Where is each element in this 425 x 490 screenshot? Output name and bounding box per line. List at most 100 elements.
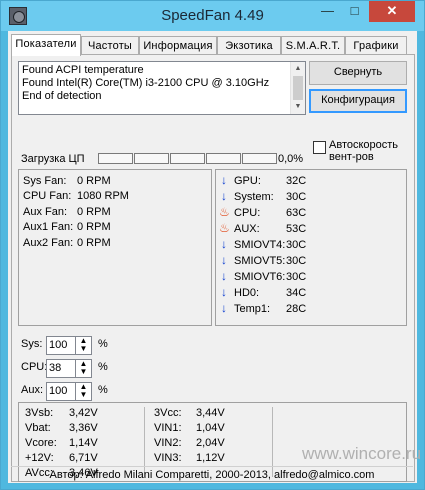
fan-name: CPU Fan:	[23, 190, 72, 202]
temp-value: 28C	[286, 303, 307, 315]
cpu-usage-label: Загрузка ЦП	[21, 153, 85, 165]
minimize-window-button[interactable]: —	[314, 1, 341, 22]
speedfan-window: SpeedFan 4.49 — □ ✕ Показатели Частоты И…	[0, 0, 425, 490]
arrow-down-icon: ↓	[221, 189, 227, 203]
temp-name: CPU:	[234, 207, 261, 219]
scroll-thumb[interactable]	[293, 76, 303, 100]
scroll-up-arrow-icon[interactable]: ▲	[291, 62, 305, 76]
fan-value: 0 RPM	[77, 237, 111, 249]
watermark-text: www.wincore.ru	[302, 444, 422, 463]
temp-value: 53C	[286, 223, 307, 235]
autospeed-label: Автоскорость вент-ров	[329, 139, 399, 163]
temp-name: Temp1:	[234, 303, 271, 315]
temp-name: SMIOVT4:	[234, 239, 286, 251]
fan-value: 0 RPM	[77, 221, 111, 233]
cpu-usage-value: 0,0%	[278, 153, 304, 165]
temp-name: GPU:	[234, 175, 261, 187]
voltage-value: 6,71V	[69, 452, 98, 464]
arrow-down-icon: ↓	[221, 253, 227, 267]
cpu-usage-bar	[242, 153, 277, 164]
detection-log[interactable]: Found ACPI temperature Found Intel(R) Co…	[18, 61, 306, 115]
voltage-name: 3Vcc:	[154, 407, 182, 419]
arrow-down-icon: ↓	[221, 285, 227, 299]
aux-speed-stepper[interactable]: ▲ ▼	[75, 382, 92, 401]
cpu-usage-bar	[98, 153, 133, 164]
cpu-speed-input[interactable]: 38	[46, 359, 76, 378]
tab-info[interactable]: Информация	[139, 36, 217, 55]
temp-value: 63C	[286, 207, 307, 219]
status-bar: Автор: Alfredo Milani Comparetti, 2000-2…	[11, 466, 413, 483]
temp-name: AUX:	[234, 223, 260, 235]
tab-exotics[interactable]: Экзотика	[217, 36, 281, 55]
cpu-speed-stepper[interactable]: ▲ ▼	[75, 359, 92, 378]
readings-panel: Found ACPI temperature Found Intel(R) Co…	[11, 54, 415, 482]
voltage-value: 3,42V	[69, 407, 98, 419]
fan-name: Aux1 Fan:	[23, 221, 74, 233]
tab-charts[interactable]: Графики	[345, 36, 407, 55]
log-line: Found ACPI temperature	[22, 64, 144, 76]
voltage-name: Vcore:	[25, 437, 57, 449]
temp-value: 30C	[286, 191, 307, 203]
close-window-button[interactable]: ✕	[369, 1, 415, 22]
cpu-usage-bar	[206, 153, 241, 164]
voltage-name: VIN3:	[154, 452, 182, 464]
fan-name: Sys Fan:	[23, 175, 67, 187]
voltage-value: 1,04V	[196, 422, 225, 434]
sys-speed-input[interactable]: 100	[46, 336, 76, 355]
voltage-value: 1,14V	[69, 437, 98, 449]
temperatures-box: ↓ GPU: 32C ↓ System: 30C ♨ CPU: 63C ♨ AU…	[215, 169, 407, 326]
aux-speed-label: Aux:	[21, 384, 44, 396]
tab-smart[interactable]: S.M.A.R.T.	[281, 36, 345, 55]
fan-name: Aux2 Fan:	[23, 237, 74, 249]
temp-name: HD0:	[234, 287, 260, 299]
temp-value: 34C	[286, 287, 307, 299]
temp-value: 32C	[286, 175, 307, 187]
log-line: Found Intel(R) Core(TM) i3-2100 CPU @ 3.…	[22, 77, 270, 89]
tab-clock[interactable]: Частоты	[81, 36, 139, 55]
temp-value: 30C	[286, 239, 307, 251]
arrow-down-icon: ↓	[221, 301, 227, 315]
cpu-speed-label: CPU:	[21, 361, 48, 373]
arrow-down-icon: ↓	[221, 269, 227, 283]
voltage-name: VIN2:	[154, 437, 182, 449]
temp-name: SMIOVT5:	[234, 255, 286, 267]
arrow-down-icon: ↓	[221, 237, 227, 251]
voltage-name: 3Vsb:	[25, 407, 54, 419]
autospeed-checkbox[interactable]	[313, 141, 326, 154]
configure-button[interactable]: Конфигурация	[309, 89, 407, 113]
sys-speed-label: Sys:	[21, 338, 43, 350]
maximize-window-button[interactable]: □	[341, 1, 368, 22]
minimize-to-tray-button[interactable]: Свернуть	[309, 61, 407, 85]
cpu-usage-bar	[134, 153, 169, 164]
log-line: End of detection	[22, 90, 102, 102]
voltage-name: VIN1:	[154, 422, 182, 434]
log-scrollbar[interactable]: ▲ ▼	[290, 62, 305, 114]
fan-name: Aux Fan:	[23, 206, 68, 218]
fan-value: 1080 RPM	[77, 190, 129, 202]
temp-value: 30C	[286, 271, 307, 283]
scroll-down-arrow-icon[interactable]: ▼	[291, 100, 305, 114]
voltage-value: 3,36V	[69, 422, 98, 434]
voltage-value: 3,44V	[196, 407, 225, 419]
voltage-value: 1,12V	[196, 452, 225, 464]
flame-icon: ♨	[219, 205, 230, 219]
voltage-name: Vbat:	[25, 422, 51, 434]
aux-speed-input[interactable]: 100	[46, 382, 76, 401]
cpu-speed-unit: %	[98, 361, 108, 373]
sys-speed-unit: %	[98, 338, 108, 350]
arrow-down-icon: ↓	[221, 173, 227, 187]
tab-readings[interactable]: Показатели	[11, 34, 81, 56]
cpu-usage-bar	[170, 153, 205, 164]
flame-icon: ♨	[219, 221, 230, 235]
fan-value: 0 RPM	[77, 206, 111, 218]
fan-value: 0 RPM	[77, 175, 111, 187]
sys-speed-stepper[interactable]: ▲ ▼	[75, 336, 92, 355]
client-area: Показатели Частоты Информация Экзотика S…	[8, 31, 421, 483]
temp-name: SMIOVT6:	[234, 271, 286, 283]
voltage-value: 2,04V	[196, 437, 225, 449]
aux-speed-unit: %	[98, 384, 108, 396]
voltage-name: +12V:	[25, 452, 54, 464]
temp-name: System:	[234, 191, 274, 203]
title-bar[interactable]: SpeedFan 4.49 — □ ✕	[1, 1, 424, 31]
temp-value: 30C	[286, 255, 307, 267]
